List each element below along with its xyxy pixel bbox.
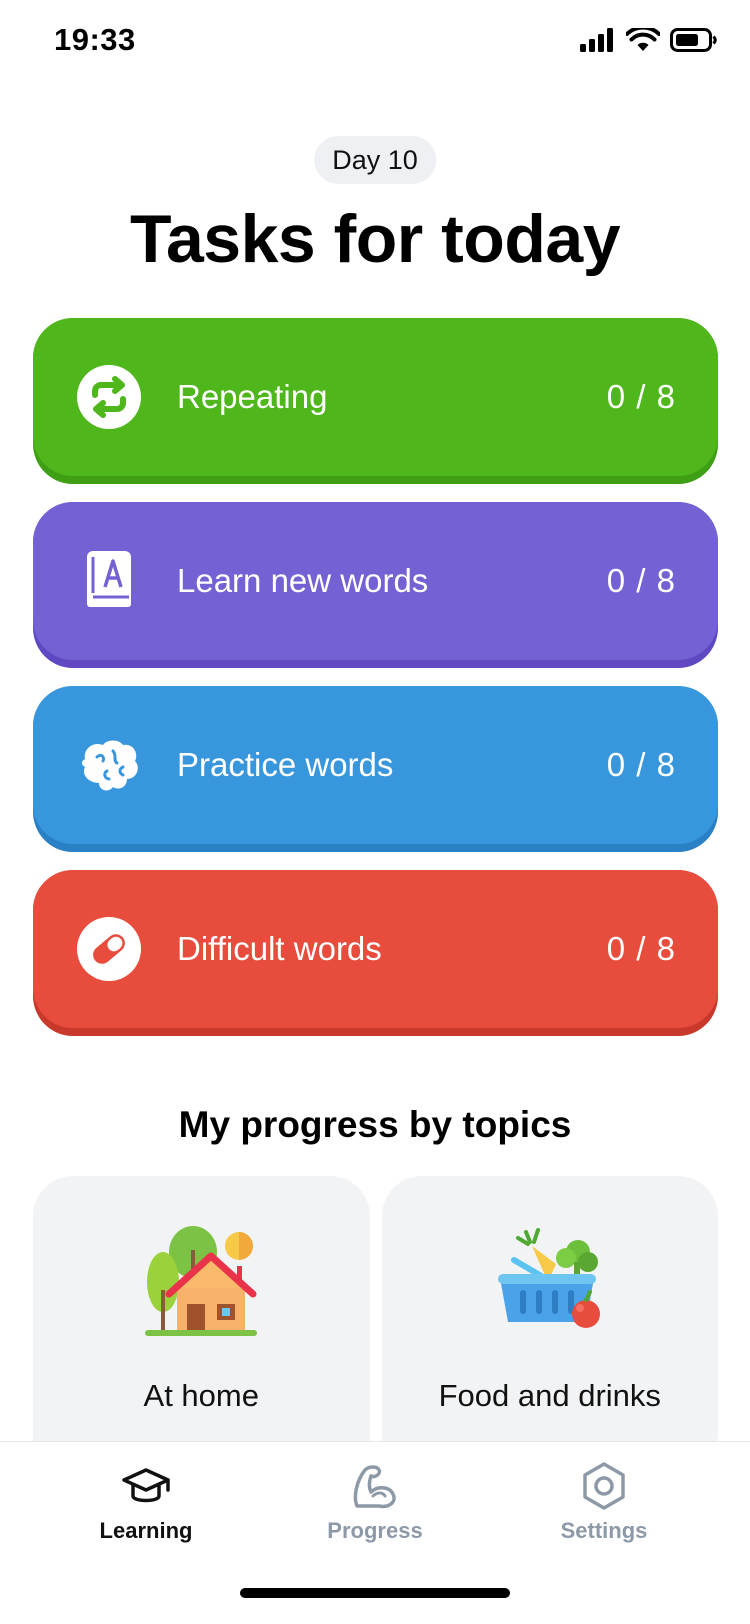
cellular-signal-icon xyxy=(580,28,613,52)
task-card-learn-new-words[interactable]: Learn new words 0 / 8 xyxy=(33,502,718,668)
task-card-repeating[interactable]: Repeating 0 / 8 xyxy=(33,318,718,484)
task-count-learn-new-words: 0 / 8 xyxy=(606,562,676,599)
topic-card-at-home[interactable]: At home xyxy=(33,1176,370,1476)
page-title: Tasks for today xyxy=(129,201,621,277)
graduation-cap-icon xyxy=(122,1468,170,1503)
status-bar: 19:33 xyxy=(0,0,750,90)
app-screen: 19:33 Day 10 Tasks for today Repeating 0… xyxy=(0,0,750,1624)
tab-learning[interactable]: Learning xyxy=(66,1460,226,1544)
task-label-practice-words: Practice words xyxy=(177,746,394,783)
topic-label-food-and-drinks: Food and drinks xyxy=(438,1378,661,1413)
task-label-difficult-words: Difficult words xyxy=(177,930,382,967)
tab-label-progress: Progress xyxy=(327,1518,423,1543)
brain-icon xyxy=(77,733,141,797)
task-list: Repeating 0 / 8 Learn new words 0 / 8 Pr… xyxy=(33,318,718,1054)
wifi-icon xyxy=(626,28,660,51)
home-indicator[interactable] xyxy=(240,1588,510,1598)
topic-card-food-and-drinks[interactable]: Food and drinks xyxy=(381,1176,718,1476)
task-card-difficult-words[interactable]: Difficult words 0 / 8 xyxy=(33,870,718,1036)
task-count-practice-words: 0 / 8 xyxy=(606,746,676,783)
repeat-icon xyxy=(77,365,141,429)
status-time: 19:33 xyxy=(54,22,136,57)
tab-progress[interactable]: Progress xyxy=(295,1460,455,1544)
pill-icon xyxy=(77,917,141,981)
task-count-repeating: 0 / 8 xyxy=(606,378,676,415)
topic-list: At home Food and drinks xyxy=(33,1176,718,1476)
tab-settings[interactable]: Settings xyxy=(524,1460,684,1544)
task-count-difficult-words: 0 / 8 xyxy=(606,930,676,967)
book-icon xyxy=(77,549,141,613)
house-icon xyxy=(145,1226,258,1336)
tab-label-settings: Settings xyxy=(560,1518,648,1543)
task-label-repeating: Repeating xyxy=(177,378,328,415)
topic-label-at-home: At home xyxy=(143,1378,259,1413)
battery-icon xyxy=(670,28,717,52)
task-label-learn-new-words: Learn new words xyxy=(177,562,429,599)
progress-section-title: My progress by topics xyxy=(178,1104,572,1145)
basket-icon xyxy=(497,1228,600,1328)
task-card-practice-words[interactable]: Practice words 0 / 8 xyxy=(33,686,718,852)
settings-hexagon-icon xyxy=(583,1462,625,1510)
tab-label-learning: Learning xyxy=(99,1518,193,1543)
muscle-icon xyxy=(353,1465,396,1509)
day-badge: Day 10 xyxy=(314,136,436,184)
status-icons xyxy=(580,28,718,52)
